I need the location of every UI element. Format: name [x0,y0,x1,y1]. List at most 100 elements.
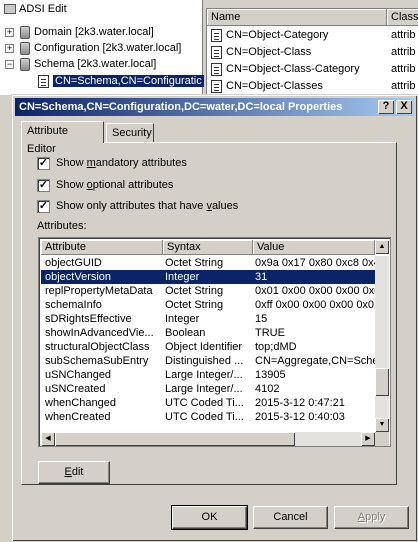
column-header-attribute[interactable]: Attribute [41,240,163,255]
attribute-row[interactable]: whenChanged UTC Coded Ti... 2015-3-12 0:47… [41,396,377,410]
attribute-name: uSNChanged [45,369,112,381]
attribute-syntax: UTC Coded Ti... [165,397,244,409]
list-item-name: CN=Object-Classes [226,80,323,92]
scroll-corner [375,432,389,446]
console-tree[interactable]: ADSI Edit + Domain [2k3.water.local] + C… [0,0,204,95]
attribute-name: replPropertyMetaData [45,285,153,297]
attribute-name: subSchemaSubEntry [45,355,149,367]
list-item[interactable]: CN=Object-Category [211,27,328,44]
show-mandatory-label: Show mandatory attributes [56,157,187,169]
attribute-name: objectVersion [45,271,112,283]
attribute-syntax: Object Identifier [165,341,243,353]
attribute-row[interactable]: uSNCreated Large Integer/... 4102 [41,382,377,396]
attribute-syntax: UTC Coded Ti... [165,411,244,423]
column-header-class[interactable]: Class [387,9,418,26]
schema-object-icon [211,28,222,42]
checkbox-box[interactable]: ✓ [37,157,50,170]
edit-button[interactable]: Edit [38,461,110,484]
schema-object-icon [211,45,222,59]
help-button[interactable]: ? [378,100,394,114]
apply-button[interactable]: Apply [334,506,409,529]
details-list[interactable]: Name Class CN=Object-Category attrib CN=… [206,8,418,95]
attribute-value: top;dMD [255,341,297,353]
column-header-value[interactable]: Value [253,240,375,255]
vertical-scrollbar[interactable] [375,256,389,432]
checkbox-box[interactable]: ✓ [37,200,50,213]
properties-dialog: CN=Schema,CN=Configuration,DC=water,DC=l… [11,94,418,542]
attribute-value: TRUE [255,327,285,339]
attribute-value: 13905 [255,369,286,381]
attributes-list[interactable]: Attribute Syntax Value objectGUID Octet S… [38,237,391,447]
ok-button[interactable]: OK [171,505,248,530]
attribute-name: schemaInfo [45,299,102,311]
attribute-value: 2015-3-12 0:47:21 [255,397,345,409]
attribute-row[interactable]: objectVersion Integer 31 [41,270,377,284]
horizontal-scroll-thumb[interactable] [55,432,295,446]
tree-item-configuration[interactable]: Configuration [2k3.water.local] [20,40,181,56]
column-header-syntax[interactable]: Syntax [163,240,253,255]
scroll-right-arrow-icon[interactable]: ▶ [361,432,375,446]
list-item-name: CN=Object-Category [226,29,329,41]
attribute-row[interactable]: sDRightsEffective Integer 15 [41,312,377,326]
attribute-name: whenCreated [45,411,111,423]
attribute-row[interactable]: subSchemaSubEntry Distinguished ... CN=Agg… [41,354,377,368]
attribute-row[interactable]: schemaInfo Octet String 0xff 0x00 0x00 0x0… [41,298,377,312]
checkbox-box[interactable]: ✓ [37,179,50,192]
tree-item-label: CN=Schema,CN=Configuratic [53,75,204,87]
dialog-title: CN=Schema,CN=Configuration,DC=water,DC=l… [19,101,343,113]
tree-item-label: Configuration [2k3.water.local] [34,42,182,54]
attribute-row[interactable]: structuralObjectClass Object Identifier to… [41,340,377,354]
collapse-schema-icon[interactable]: − [5,60,14,69]
attribute-row[interactable]: replPropertyMetaData Octet String 0x01 0x0… [41,284,377,298]
list-item-class: attrib [391,80,416,92]
attribute-name: structuralObjectClass [45,341,150,353]
attribute-syntax: Distinguished ... [165,355,244,367]
schema-object-icon [211,62,222,76]
cancel-button[interactable]: Cancel [253,506,328,529]
server-icon [20,25,30,39]
vertical-scroll-thumb[interactable] [375,368,389,397]
tree-root[interactable]: ADSI Edit [4,1,67,17]
attribute-name: uSNCreated [45,383,106,395]
attribute-value: 31 [255,271,268,283]
list-item-name: CN=Object-Class-Category [226,63,360,75]
tab-security[interactable]: Security [106,123,154,143]
horizontal-scrollbar[interactable] [41,432,375,446]
list-item[interactable]: CN=Object-Class-Category [211,61,360,78]
attribute-value: 2015-3-12 0:40:03 [255,411,345,423]
server-icon [20,41,30,55]
scroll-left-arrow-icon[interactable]: ◀ [41,432,55,446]
show-optional-label: Show optional attributes [56,179,174,191]
attribute-syntax: Boolean [165,327,206,339]
tree-item-label: Domain [2k3.water.local] [34,26,154,38]
attribute-row[interactable]: objectGUID Octet String 0x9a 0x17 0x80 0xc… [41,256,377,270]
attribute-row[interactable]: showInAdvancedVie... Boolean TRUE [41,326,377,340]
scroll-up-arrow-icon[interactable]: ▲ [375,240,389,254]
tab-attribute-editor[interactable]: Attribute Editor [21,121,104,155]
tree-item-domain[interactable]: Domain [2k3.water.local] [20,24,154,40]
close-button[interactable]: X [396,100,412,114]
expand-configuration-icon[interactable]: + [5,44,14,53]
attribute-value: 4102 [255,383,280,395]
scroll-down-arrow-icon[interactable]: ▼ [375,418,389,432]
tree-item-schema-container[interactable]: CN=Schema,CN=Configuratic [38,73,204,89]
attribute-row[interactable]: uSNChanged Large Integer/... 13905 [41,368,377,382]
attribute-syntax: Integer [165,271,200,283]
adsi-edit-icon [4,4,16,15]
expand-domain-icon[interactable]: + [5,28,14,37]
attribute-value: 15 [255,313,268,325]
attributes-label: Attributes: [37,220,87,232]
dialog-titlebar[interactable]: CN=Schema,CN=Configuration,DC=water,DC=l… [15,98,414,116]
attribute-name: objectGUID [45,257,102,269]
list-item[interactable]: CN=Object-Class [211,44,311,61]
column-header-name[interactable]: Name [207,9,387,26]
tree-item-label: Schema [2k3.water.local] [34,58,157,70]
tree-root-label: ADSI Edit [19,3,67,15]
container-icon [38,74,49,88]
attribute-syntax: Large Integer/... [165,369,243,381]
tree-item-schema[interactable]: Schema [2k3.water.local] [20,56,156,72]
show-only-with-values-label: Show only attributes that have values [56,200,239,212]
attribute-row[interactable]: whenCreated UTC Coded Ti... 2015-3-12 0:40… [41,410,377,424]
list-item[interactable]: CN=Object-Classes [211,78,323,95]
attribute-syntax: Integer [165,313,200,325]
